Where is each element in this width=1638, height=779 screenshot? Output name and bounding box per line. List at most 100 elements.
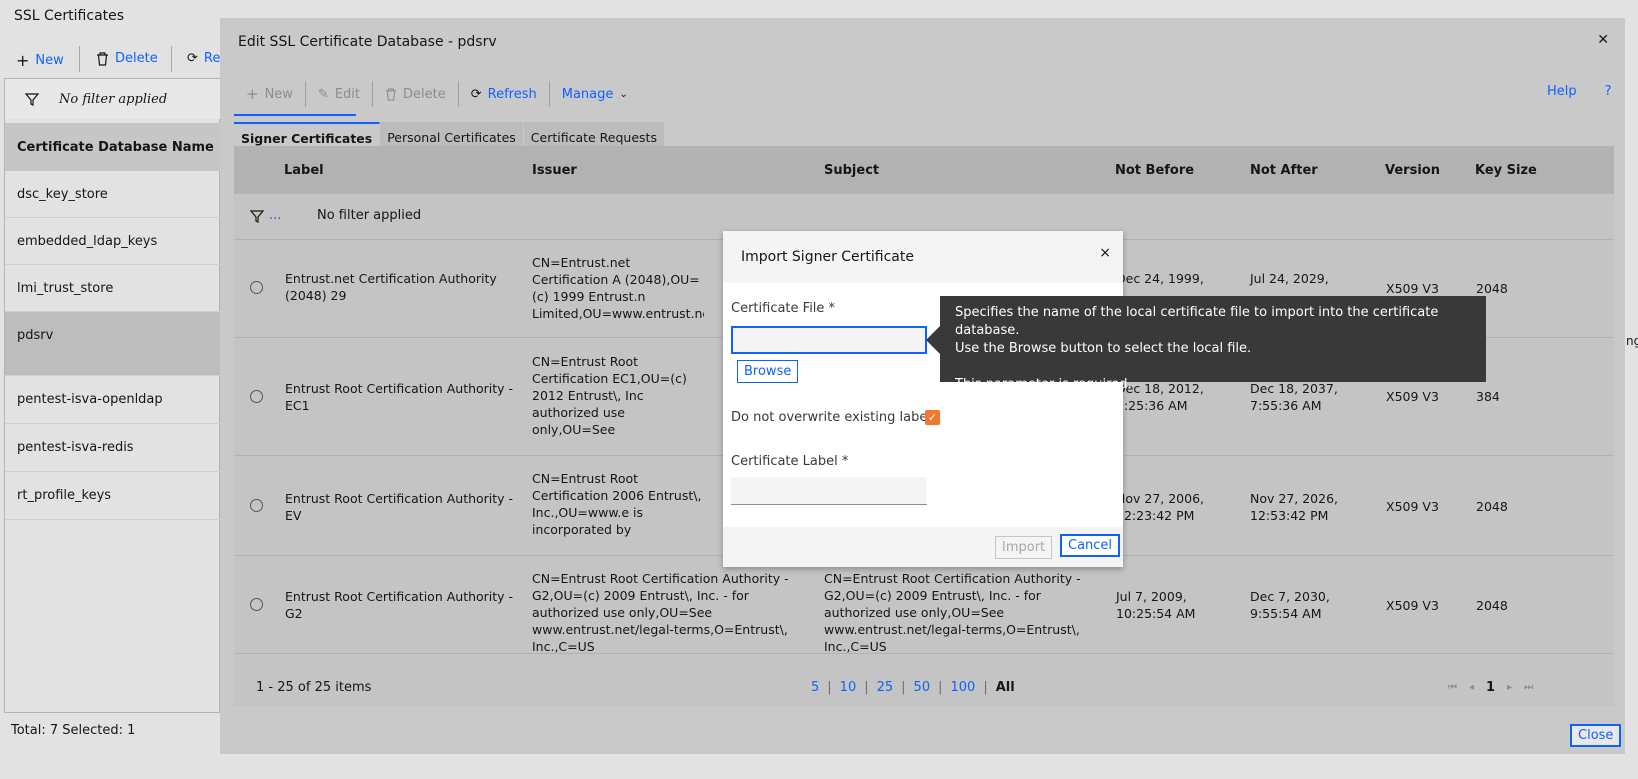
pencil-icon: ✎ <box>317 86 329 102</box>
cell-not-after: Dec 7, 2030, 9:55:54 AM <box>1250 589 1330 621</box>
cell-key-size: 2048 <box>1476 598 1508 613</box>
page-size-option[interactable]: 25 <box>877 680 894 695</box>
cell-version: X509 V3 <box>1386 598 1439 613</box>
filter-status: No filter applied <box>317 208 422 223</box>
table-header: Label Issuer Subject Not Before Not Afte… <box>234 146 1614 194</box>
cell-issuer: CN=Entrust Root Certification Authority … <box>532 571 789 654</box>
current-page[interactable]: 1 <box>1486 680 1495 695</box>
trash-icon <box>97 51 108 66</box>
help-icon[interactable]: ? <box>1605 84 1612 99</box>
table-row[interactable]: embedded_ldap_keys <box>5 218 221 265</box>
cell-not-before: Nov 27, 2006, 12:23:42 PM <box>1116 491 1205 523</box>
certificate-toolbar: + New ✎ Edit Delete ⟳ Refresh Manage ⌄ <box>234 74 1614 114</box>
cell-not-before: Dec 24, 1999, <box>1116 271 1204 286</box>
check-icon: ✓ <box>927 411 938 424</box>
filter-bar[interactable]: No filter applied <box>5 79 221 119</box>
selection-summary: Total: 7 Selected: 1 <box>11 723 136 738</box>
overwrite-checkbox[interactable]: ✓ <box>925 410 940 425</box>
page-size-all[interactable]: All <box>996 680 1015 695</box>
column-header-not-after[interactable]: Not After <box>1250 146 1318 194</box>
filter-options[interactable]: ... <box>269 208 281 223</box>
filter-icon[interactable] <box>250 210 264 223</box>
edit-button[interactable]: ✎ Edit <box>306 87 372 102</box>
page-title: SSL Certificates <box>14 8 125 24</box>
cell-label: Entrust Root Certification Authority - E… <box>285 381 514 413</box>
browse-button[interactable]: Browse <box>737 360 799 383</box>
page-size-option[interactable]: 5 <box>811 680 819 695</box>
cell-label: Entrust Root Certification Authority - G… <box>285 589 514 621</box>
import-button[interactable]: Import <box>995 536 1053 559</box>
table-row[interactable]: pentest-isva-redis <box>5 424 221 472</box>
page-size-option[interactable]: 100 <box>950 680 975 695</box>
tooltip-arrow <box>926 326 940 354</box>
overwrite-label: Do not overwrite existing label. <box>731 410 936 425</box>
cancel-button[interactable]: Cancel <box>1060 534 1121 557</box>
page-size-option[interactable]: 50 <box>914 680 931 695</box>
table-row[interactable]: Entrust Root Certification Authority - G… <box>234 556 1614 654</box>
column-header-not-before[interactable]: Not Before <box>1115 146 1194 194</box>
column-header-version[interactable]: Version <box>1385 146 1440 194</box>
toolbar-divider <box>79 46 80 72</box>
page-size-option[interactable]: 10 <box>840 680 857 695</box>
cell-not-before: Jul 7, 2009, 10:25:54 AM <box>1116 589 1196 621</box>
certificate-label-input[interactable] <box>731 477 927 505</box>
cell-issuer: CN=Entrust Root Certification 2006 Entru… <box>532 471 702 540</box>
cell-label: Entrust.net Certification Authority (204… <box>285 271 497 303</box>
table-row[interactable]: rt_profile_keys <box>5 472 221 520</box>
cell-label: Entrust Root Certification Authority - E… <box>285 491 514 523</box>
certificate-file-tooltip: Specifies the name of the local certific… <box>940 296 1486 392</box>
cell-version: X509 V3 <box>1386 499 1439 514</box>
help-area: Help ? <box>1547 84 1612 99</box>
refresh-button[interactable]: ⟳ Re <box>187 51 220 66</box>
last-page-icon[interactable]: ⏭ <box>1524 682 1533 693</box>
cell-key-size: 2048 <box>1476 499 1508 514</box>
prev-page-icon[interactable]: ◂ <box>1469 682 1474 693</box>
delete-button[interactable]: Delete <box>96 51 158 66</box>
column-header-label[interactable]: Label <box>284 146 324 194</box>
manage-menu[interactable]: Manage ⌄ <box>550 87 640 102</box>
table-row-selected[interactable]: pdsrv <box>5 312 221 376</box>
new-button[interactable]: + New <box>234 85 305 103</box>
column-header-issuer[interactable]: Issuer <box>532 146 577 194</box>
certificate-file-label: Certificate File * <box>731 301 836 316</box>
table-row[interactable]: dsc_key_store <box>5 171 221 218</box>
cell-issuer: CN=Entrust Root Certification EC1,OU=(c)… <box>532 354 687 441</box>
chevron-down-icon: ⌄ <box>619 88 628 100</box>
certificate-file-input[interactable] <box>731 326 927 354</box>
next-page-icon[interactable]: ▸ <box>1507 682 1512 693</box>
close-button[interactable]: Close <box>1570 724 1622 747</box>
certificate-database-table: No filter applied Certificate Database N… <box>4 78 221 713</box>
column-header-key-size[interactable]: Key Size <box>1475 146 1537 194</box>
row-radio[interactable] <box>250 281 263 294</box>
cell-key-size: 2048 <box>1476 281 1508 296</box>
row-radio[interactable] <box>250 390 263 403</box>
close-icon[interactable]: × <box>1099 245 1111 261</box>
plus-icon: + <box>16 51 30 70</box>
close-icon[interactable]: ✕ <box>1597 32 1609 48</box>
refresh-icon: ⟳ <box>470 86 482 102</box>
item-count: 1 - 25 of 25 items <box>256 680 372 695</box>
first-page-icon[interactable]: ⏮ <box>1448 682 1457 693</box>
filter-icon <box>25 92 39 106</box>
toolbar-active-indicator <box>234 114 356 116</box>
row-radio[interactable] <box>250 598 263 611</box>
table-row[interactable]: lmi_trust_store <box>5 265 221 312</box>
trash-icon <box>385 87 397 101</box>
modal-title: Edit SSL Certificate Database - pdsrv <box>238 34 497 50</box>
certificate-label-label: Certificate Label * <box>731 454 849 469</box>
help-link[interactable]: Help <box>1547 84 1577 99</box>
dialog-title: Import Signer Certificate <box>741 249 914 265</box>
new-button[interactable]: + New <box>16 51 64 70</box>
column-header-subject[interactable]: Subject <box>824 146 879 194</box>
cell-version: X509 V3 <box>1386 281 1439 296</box>
table-row[interactable]: pentest-isva-openldap <box>5 376 221 424</box>
refresh-button[interactable]: ⟳ Refresh <box>459 87 549 102</box>
cell-not-after: Jul 24, 2029, <box>1250 271 1329 286</box>
delete-button[interactable]: Delete <box>373 87 458 102</box>
page-size-selector: 5 | 10 | 25 | 50 | 100 | All <box>811 680 1015 695</box>
cell-issuer: CN=Entrust.net Certification A (2048),OU… <box>532 255 704 321</box>
column-header-database-name[interactable]: Certificate Database Name <box>5 123 221 171</box>
row-radio[interactable] <box>250 499 263 512</box>
cell-subject: CN=Entrust Root Certification Authority … <box>824 571 1081 654</box>
cell-key-size: 384 <box>1476 389 1500 404</box>
